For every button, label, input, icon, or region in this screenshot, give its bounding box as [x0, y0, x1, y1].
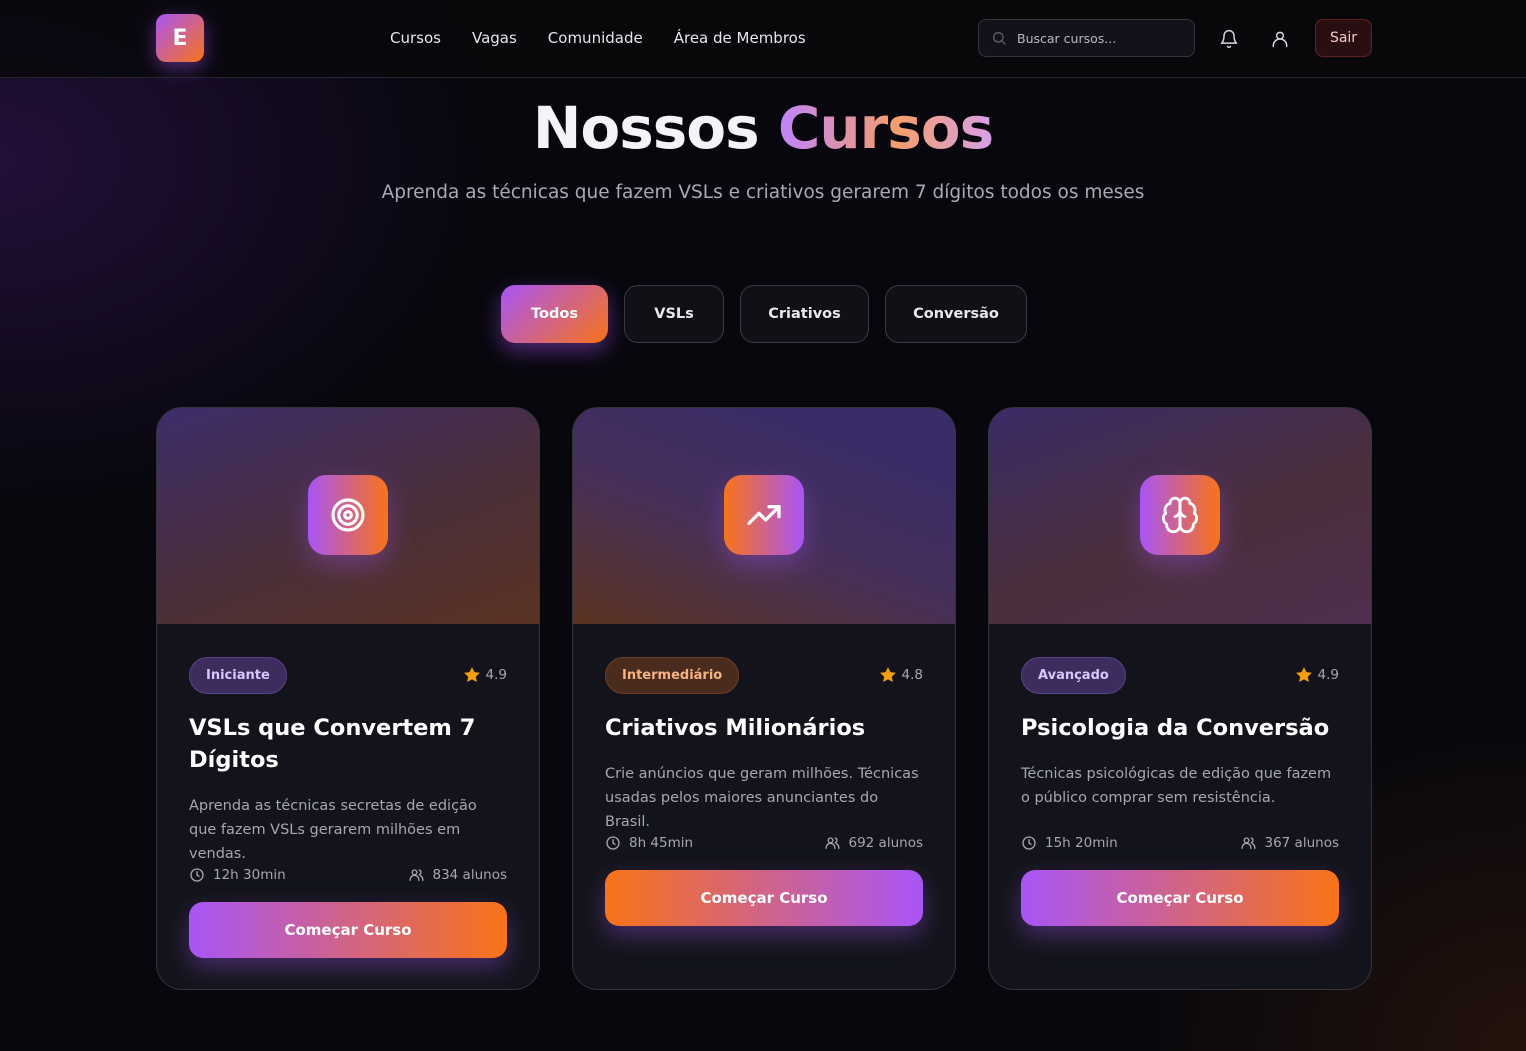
nav-link-vagas[interactable]: Vagas — [472, 28, 517, 48]
users-icon — [408, 867, 425, 883]
start-course-button[interactable]: Começar Curso — [189, 902, 507, 958]
notifications-button[interactable] — [1216, 26, 1242, 52]
clock-icon — [1021, 835, 1037, 851]
filter-criativos[interactable]: Criativos — [740, 285, 869, 343]
page-title: Nossos Cursos — [0, 92, 1526, 164]
course-title: Psicologia da Conversão — [1021, 715, 1330, 741]
page-title-part2: Cursos — [777, 94, 994, 162]
course-duration: 15h 20min — [1021, 835, 1118, 851]
course-duration: 8h 45min — [605, 835, 693, 851]
rating-value: 4.9 — [485, 667, 507, 683]
course-card[interactable]: Iniciante 4.9 VSLs que Convertem 7 Dígit… — [156, 407, 540, 990]
main-nav: Cursos Vagas Comunidade Área de Membros — [390, 28, 837, 48]
star-icon — [878, 665, 898, 685]
logout-button[interactable]: Sair — [1315, 19, 1372, 57]
level-badge: Intermediário — [605, 657, 740, 694]
brain-icon — [1160, 495, 1200, 535]
logo[interactable]: E — [156, 14, 204, 62]
start-course-button[interactable]: Começar Curso — [1021, 870, 1339, 926]
course-description: Crie anúncios que geram milhões. Técnica… — [605, 766, 919, 830]
filter-conversao[interactable]: Conversão — [885, 285, 1027, 343]
students-text: 834 alunos — [432, 867, 508, 883]
students-text: 692 alunos — [848, 835, 924, 851]
rating: 4.9 — [1294, 665, 1339, 685]
trending-up-icon — [744, 495, 784, 535]
students-text: 367 alunos — [1264, 835, 1340, 851]
nav-link-cursos[interactable]: Cursos — [390, 28, 441, 48]
course-card[interactable]: Intermediário 4.8 Criativos Milionários … — [572, 407, 956, 990]
category-filters: Todos VSLs Criativos Conversão — [0, 285, 1526, 343]
level-badge: Avançado — [1021, 657, 1126, 694]
course-icon-tile — [308, 475, 388, 555]
course-students: 692 alunos — [824, 835, 924, 851]
page-subtitle: Aprenda as técnicas que fazem VSLs e cri… — [381, 182, 1145, 203]
nav-link-area-de-membros[interactable]: Área de Membros — [674, 28, 806, 48]
profile-button[interactable] — [1267, 26, 1293, 52]
rating-value: 4.9 — [1317, 667, 1339, 683]
top-navbar: E Cursos Vagas Comunidade Área de Membro… — [0, 0, 1526, 78]
search-box — [978, 19, 1195, 57]
clock-icon — [189, 867, 205, 883]
filter-vsls[interactable]: VSLs — [624, 285, 724, 343]
users-icon — [1240, 835, 1257, 851]
course-icon-tile — [724, 475, 804, 555]
page-title-part1: Nossos — [532, 94, 760, 162]
course-students: 367 alunos — [1240, 835, 1340, 851]
duration-text: 15h 20min — [1045, 835, 1118, 851]
card-banner — [989, 408, 1371, 624]
course-title: VSLs que Convertem 7 Dígitos — [189, 715, 476, 773]
card-banner — [157, 408, 539, 624]
search-icon — [991, 30, 1007, 46]
users-icon — [824, 835, 841, 851]
level-badge: Iniciante — [189, 657, 287, 694]
user-icon — [1270, 29, 1290, 49]
duration-text: 8h 45min — [629, 835, 694, 851]
course-description: Técnicas psicológicas de edição que faze… — [1021, 766, 1332, 806]
course-icon-tile — [1140, 475, 1220, 555]
rating-value: 4.8 — [901, 667, 923, 683]
search-input[interactable] — [1017, 30, 1187, 46]
course-description: Aprenda as técnicas secretas de edição q… — [189, 798, 477, 862]
start-course-button[interactable]: Começar Curso — [605, 870, 923, 926]
course-students: 834 alunos — [408, 867, 508, 883]
course-duration: 12h 30min — [189, 867, 286, 883]
bell-icon — [1219, 29, 1239, 49]
logo-letter: E — [172, 25, 188, 51]
rating: 4.8 — [878, 665, 923, 685]
filter-todos[interactable]: Todos — [501, 285, 608, 343]
course-meta: 15h 20min 367 alunos — [1021, 835, 1339, 851]
rating: 4.9 — [462, 665, 507, 685]
course-meta: 8h 45min 692 alunos — [605, 835, 923, 851]
star-icon — [462, 665, 482, 685]
star-icon — [1294, 665, 1314, 685]
card-banner — [573, 408, 955, 624]
course-meta: 12h 30min 834 alunos — [189, 867, 507, 883]
course-title: Criativos Milionários — [605, 715, 866, 741]
nav-link-comunidade[interactable]: Comunidade — [548, 28, 643, 48]
target-icon — [328, 495, 368, 535]
course-card[interactable]: Avançado 4.9 Psicologia da Conversão Téc… — [988, 407, 1372, 990]
clock-icon — [605, 835, 621, 851]
duration-text: 12h 30min — [213, 867, 286, 883]
